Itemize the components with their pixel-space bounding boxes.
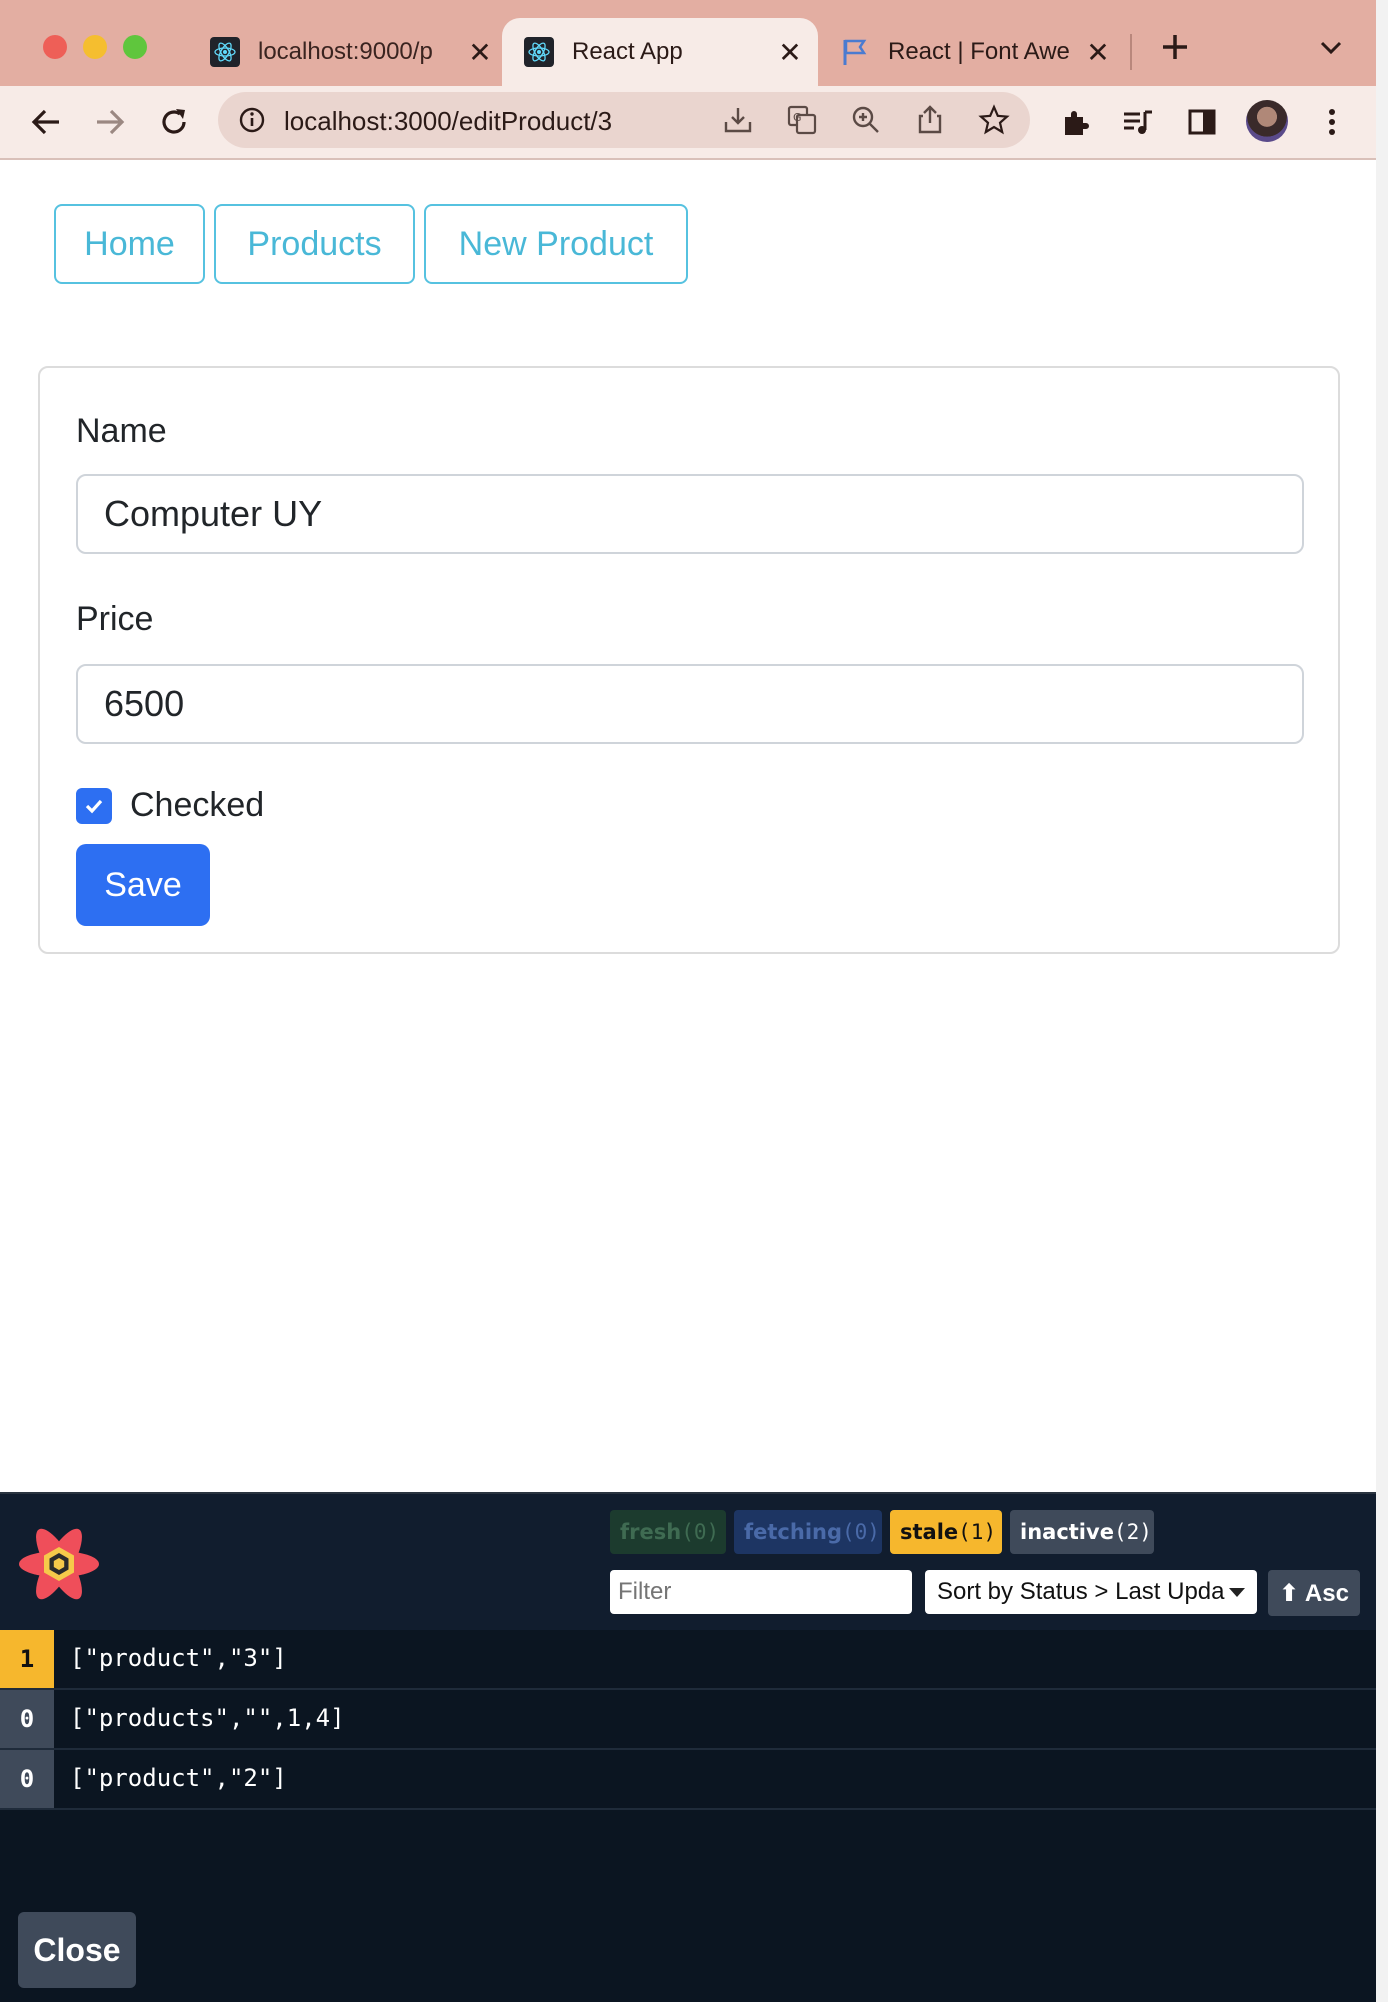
react-query-logo-icon[interactable] (16, 1526, 102, 1602)
react-icon (210, 37, 240, 67)
status-count: (2) (1113, 1520, 1152, 1544)
chevron-down-icon[interactable] (1318, 38, 1344, 58)
window-minimize-button[interactable] (83, 35, 107, 59)
background-window-edge (1376, 0, 1388, 2002)
browser-window: localhost:9000/p ✕ React App ✕ React | F… (0, 0, 1377, 2002)
edit-product-form: Name Price Checked Save (38, 366, 1340, 954)
window-zoom-button[interactable] (123, 35, 147, 59)
react-query-devtools: fresh (0) fetching (0) stale (1) inactive (2… (0, 1492, 1376, 2002)
name-label: Name (76, 412, 167, 450)
price-label: Price (76, 600, 154, 638)
tab-separator (1130, 34, 1132, 70)
status-fresh-badge: fresh (0) (610, 1510, 726, 1554)
back-button[interactable] (24, 100, 68, 144)
observer-count: 1 (0, 1630, 54, 1688)
browser-toolbar: localhost:3000/editProduct/3 G (0, 86, 1376, 160)
tab-localhost-9000[interactable]: localhost:9000/p ✕ (210, 18, 494, 86)
nav-home-button[interactable]: Home (54, 204, 205, 284)
status-count: (0) (842, 1520, 880, 1544)
forward-button[interactable] (88, 100, 132, 144)
react-icon (524, 37, 554, 67)
status-count: (1) (958, 1520, 997, 1544)
translate-icon[interactable]: G (780, 98, 824, 142)
status-label: fetching (744, 1520, 842, 1544)
avatar[interactable] (1246, 100, 1288, 142)
status-label: inactive (1020, 1520, 1114, 1544)
query-key: ["products","",1,4] (70, 1704, 345, 1732)
sort-select[interactable]: Sort by Status > Last Upda (925, 1570, 1257, 1614)
svg-text:G: G (793, 111, 802, 124)
sort-label: Sort by Status > Last Upda (937, 1578, 1225, 1605)
caret-down-icon (1229, 1588, 1245, 1597)
query-row[interactable]: 0 ["product","2"] (0, 1750, 1376, 1810)
flag-icon (840, 37, 870, 67)
close-devtools-button[interactable]: Close (18, 1912, 136, 1988)
reload-icon (162, 109, 186, 134)
observer-count: 0 (0, 1690, 54, 1748)
price-input[interactable] (76, 664, 1304, 744)
status-fetching-badge: fetching (0) (734, 1510, 882, 1554)
media-control-icon[interactable] (1116, 100, 1160, 144)
reload-button[interactable] (152, 100, 196, 144)
status-inactive-badge: inactive (2) (1010, 1510, 1154, 1554)
info-icon[interactable] (238, 106, 266, 134)
filter-input[interactable] (610, 1570, 912, 1614)
extensions-icon[interactable] (1054, 100, 1098, 144)
devtools-header: fresh (0) fetching (0) stale (1) inactive (2… (0, 1494, 1376, 1630)
query-key: ["product","2"] (70, 1764, 287, 1792)
status-stale-badge: stale (1) (890, 1510, 1002, 1554)
tab-close-icon[interactable]: ✕ (466, 36, 494, 69)
checkmark-icon (85, 799, 103, 814)
save-button[interactable]: Save (76, 844, 210, 926)
zoom-icon[interactable] (844, 98, 888, 142)
tab-title: React | Font Awe (888, 38, 1070, 65)
bookmark-star-icon[interactable] (972, 98, 1016, 142)
arrow-right-icon (97, 109, 125, 135)
query-row[interactable]: 1 ["product","3"] (0, 1630, 1376, 1690)
name-input[interactable] (76, 474, 1304, 554)
status-label: fresh (620, 1520, 682, 1544)
tab-close-icon[interactable]: ✕ (776, 36, 804, 69)
tab-title: React App (572, 38, 683, 65)
status-count: (0) (681, 1520, 720, 1544)
checked-label: Checked (130, 786, 265, 824)
arrow-left-icon (31, 109, 59, 135)
tab-title: localhost:9000/p (258, 38, 433, 65)
kebab-menu-icon[interactable] (1310, 100, 1354, 144)
new-tab-icon[interactable] (1160, 32, 1190, 62)
checked-checkbox[interactable] (76, 788, 112, 824)
nav-products-button[interactable]: Products (214, 204, 415, 284)
status-label: stale (900, 1520, 959, 1544)
url-text[interactable]: localhost:3000/editProduct/3 (284, 106, 612, 137)
tab-react-app[interactable]: React App ✕ (502, 18, 818, 86)
nav-new-product-button[interactable]: New Product (424, 204, 688, 284)
query-key: ["product","3"] (70, 1644, 287, 1672)
tab-font-awesome[interactable]: React | Font Awe ✕ (840, 18, 1112, 86)
query-row[interactable]: 0 ["products","",1,4] (0, 1690, 1376, 1750)
share-icon[interactable] (908, 98, 952, 142)
install-icon[interactable] (716, 98, 760, 142)
sort-asc-button[interactable]: ⬆ Asc (1268, 1570, 1360, 1616)
observer-count: 0 (0, 1750, 54, 1808)
side-panel-icon[interactable] (1180, 100, 1224, 144)
tab-strip: localhost:9000/p ✕ React App ✕ React | F… (0, 0, 1376, 86)
tab-close-icon[interactable]: ✕ (1084, 36, 1112, 69)
page-content: Home Products New Product Name Price Che… (0, 160, 1376, 1490)
window-close-button[interactable] (43, 35, 67, 59)
address-bar[interactable]: localhost:3000/editProduct/3 G (218, 92, 1030, 148)
